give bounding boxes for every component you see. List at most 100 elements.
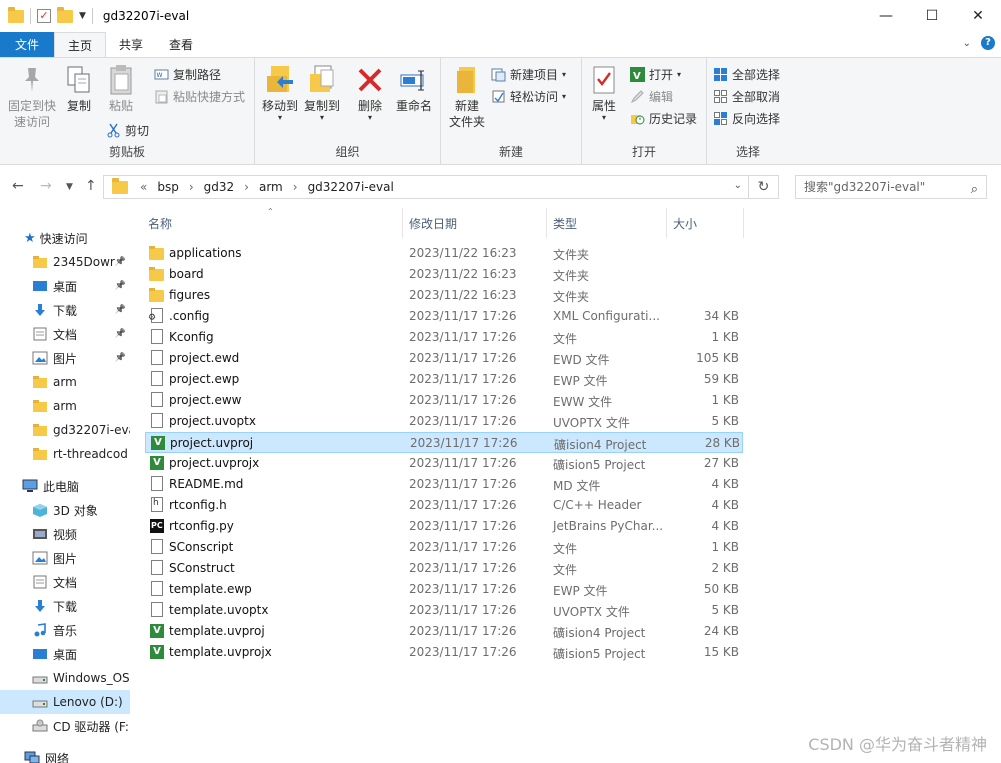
- copy-to-button[interactable]: 复制到 ▾: [301, 64, 343, 122]
- file-row[interactable]: project.eww 2023/11/17 17:26 EWW 文件 1 KB: [145, 390, 743, 411]
- tab-home[interactable]: 主页: [54, 32, 107, 57]
- overflow-chevron[interactable]: «: [136, 180, 151, 194]
- file-row[interactable]: project.ewp 2023/11/17 17:26 EWP 文件 59 KB: [145, 369, 743, 390]
- nav-quick-access[interactable]: ★ 快速访问: [0, 226, 130, 250]
- delete-button[interactable]: 删除 ▾: [353, 64, 387, 122]
- nav-this-pc-item[interactable]: Lenovo (D:): [0, 690, 130, 714]
- easy-access-button[interactable]: 轻松访问 ▾: [491, 88, 566, 105]
- file-row[interactable]: Vtemplate.uvprojx 2023/11/17 17:26 礦ision5…: [145, 642, 743, 663]
- copy-path-button[interactable]: W 复制路径: [154, 66, 221, 83]
- file-row[interactable]: Vtemplate.uvproj 2023/11/17 17:26 礦ision4 …: [145, 621, 743, 642]
- file-row[interactable]: applications 2023/11/22 16:23 文件夹: [145, 243, 743, 264]
- new-item-button[interactable]: 新建项目 ▾: [491, 66, 566, 83]
- column-name[interactable]: 名称: [148, 215, 172, 232]
- breadcrumb-separator[interactable]: ›: [289, 180, 302, 194]
- nav-this-pc-item[interactable]: 下载: [0, 594, 130, 618]
- file-row[interactable]: project.uvoptx 2023/11/17 17:26 UVOPTX 文件 5…: [145, 411, 743, 432]
- breadcrumb-gd32207i-eval[interactable]: gd32207i-eval: [302, 180, 400, 194]
- folder-icon: [32, 447, 48, 461]
- chevron-down-icon[interactable]: ⌄: [963, 38, 971, 49]
- nav-this-pc[interactable]: 此电脑: [0, 474, 130, 498]
- breadcrumb-arm[interactable]: arm: [253, 180, 289, 194]
- file-row[interactable]: template.ewp 2023/11/17 17:26 EWP 文件 50 KB: [145, 579, 743, 600]
- minimize-button[interactable]: —: [863, 0, 909, 32]
- file-row[interactable]: SConscript 2023/11/17 17:26 文件 1 KB: [145, 537, 743, 558]
- select-all-button[interactable]: 全部选择: [713, 66, 780, 83]
- column-size[interactable]: 大小: [673, 215, 697, 232]
- tab-share[interactable]: 共享: [106, 32, 156, 57]
- column-divider[interactable]: [546, 208, 547, 238]
- breadcrumb-gd32[interactable]: gd32: [198, 180, 241, 194]
- edit-button[interactable]: 编辑: [630, 88, 673, 105]
- invert-selection-button[interactable]: 反向选择: [713, 110, 780, 127]
- file-row[interactable]: figures 2023/11/22 16:23 文件夹: [145, 285, 743, 306]
- nav-quick-access-item[interactable]: 桌面 📌: [0, 274, 130, 298]
- file-row[interactable]: README.md 2023/11/17 17:26 MD 文件 4 KB: [145, 474, 743, 495]
- nav-network[interactable]: 网络: [0, 746, 130, 763]
- file-row[interactable]: ⚙ .config 2023/11/17 17:26 XML Configurati.…: [145, 306, 743, 327]
- column-divider[interactable]: [666, 208, 667, 238]
- forward-arrow-icon[interactable]: →: [40, 178, 52, 194]
- nav-this-pc-item[interactable]: 视频: [0, 522, 130, 546]
- history-button[interactable]: 历史记录: [630, 110, 697, 127]
- nav-this-pc-item[interactable]: 文档: [0, 570, 130, 594]
- nav-quick-access-item[interactable]: arm: [0, 370, 130, 394]
- tab-view[interactable]: 查看: [156, 32, 206, 57]
- close-button[interactable]: ✕: [955, 0, 1001, 32]
- paste-shortcut-button[interactable]: 粘贴快捷方式: [154, 88, 245, 105]
- search-input[interactable]: 搜索"gd32207i-eval" ⌕: [795, 175, 987, 199]
- file-row[interactable]: PC rtconfig.py 2023/11/17 17:26 JetBrains P…: [145, 516, 743, 537]
- tab-file[interactable]: 文件: [0, 32, 55, 57]
- file-row[interactable]: project.ewd 2023/11/17 17:26 EWD 文件 105 KB: [145, 348, 743, 369]
- file-row[interactable]: template.uvoptx 2023/11/17 17:26 UVOPTX 文件…: [145, 600, 743, 621]
- paste-button[interactable]: 粘贴: [104, 64, 138, 114]
- copy-path-icon: W: [154, 67, 169, 82]
- nav-quick-access-item[interactable]: 文档 📌: [0, 322, 130, 346]
- nav-quick-access-item[interactable]: rt-threadcod: [0, 442, 130, 466]
- recent-locations-icon[interactable]: ▼: [66, 182, 73, 192]
- file-row[interactable]: board 2023/11/22 16:23 文件夹: [145, 264, 743, 285]
- nav-this-pc-item[interactable]: 3D 对象: [0, 498, 130, 522]
- back-arrow-icon[interactable]: ←: [12, 178, 24, 194]
- breadcrumb-separator[interactable]: ›: [185, 180, 198, 194]
- breadcrumb-bsp[interactable]: bsp: [151, 180, 185, 194]
- refresh-button[interactable]: ↻: [749, 175, 779, 199]
- help-icon[interactable]: ?: [981, 36, 995, 50]
- maximize-button[interactable]: ☐: [909, 0, 955, 32]
- rename-button[interactable]: 重命名: [393, 64, 435, 114]
- move-to-button[interactable]: 移动到 ▾: [259, 64, 301, 122]
- properties-quick-icon[interactable]: ✓: [37, 9, 51, 23]
- file-row[interactable]: Vproject.uvproj 2023/11/17 17:26 礦ision4 P…: [145, 432, 743, 453]
- pin-quick-access-button[interactable]: 固定到快 速访问: [6, 64, 58, 130]
- address-bar[interactable]: « bsp › gd32 › arm › gd32207i-eval ⌄: [103, 175, 749, 199]
- select-none-button[interactable]: 全部取消: [713, 88, 780, 105]
- file-row[interactable]: Kconfig 2023/11/17 17:26 文件 1 KB: [145, 327, 743, 348]
- nav-quick-access-item[interactable]: 图片 📌: [0, 346, 130, 370]
- new-folder-quick-icon[interactable]: [57, 6, 73, 23]
- customize-toolbar-icon[interactable]: ▼: [79, 11, 86, 21]
- open-button[interactable]: V 打开 ▾: [630, 66, 681, 83]
- nav-quick-access-item[interactable]: 下载 📌: [0, 298, 130, 322]
- nav-this-pc-item[interactable]: Windows_OS: [0, 666, 130, 690]
- column-divider[interactable]: [402, 208, 403, 238]
- chevron-down-icon[interactable]: ⌄: [734, 180, 742, 191]
- column-type[interactable]: 类型: [553, 215, 577, 232]
- nav-this-pc-item[interactable]: 图片: [0, 546, 130, 570]
- nav-quick-access-item[interactable]: gd32207i-eva: [0, 418, 130, 442]
- nav-this-pc-item[interactable]: 桌面: [0, 642, 130, 666]
- copy-button[interactable]: 复制: [62, 64, 96, 114]
- file-row[interactable]: h rtconfig.h 2023/11/17 17:26 C/C++ Header 4…: [145, 495, 743, 516]
- column-divider[interactable]: [743, 208, 744, 238]
- nav-this-pc-item[interactable]: 音乐: [0, 618, 130, 642]
- nav-quick-access-item[interactable]: arm: [0, 394, 130, 418]
- cut-button[interactable]: 剪切: [106, 122, 149, 139]
- nav-quick-access-item[interactable]: 2345Dowr 📌: [0, 250, 130, 274]
- breadcrumb-separator[interactable]: ›: [240, 180, 253, 194]
- file-row[interactable]: SConstruct 2023/11/17 17:26 文件 2 KB: [145, 558, 743, 579]
- new-folder-button[interactable]: 新建 文件夹: [445, 64, 489, 130]
- up-arrow-icon[interactable]: ↑: [85, 178, 97, 194]
- properties-button[interactable]: 属性 ▾: [588, 64, 620, 122]
- nav-this-pc-item[interactable]: CD 驱动器 (F:: [0, 714, 130, 738]
- file-row[interactable]: Vproject.uvprojx 2023/11/17 17:26 礦ision5 …: [145, 453, 743, 474]
- column-date[interactable]: 修改日期: [409, 215, 457, 232]
